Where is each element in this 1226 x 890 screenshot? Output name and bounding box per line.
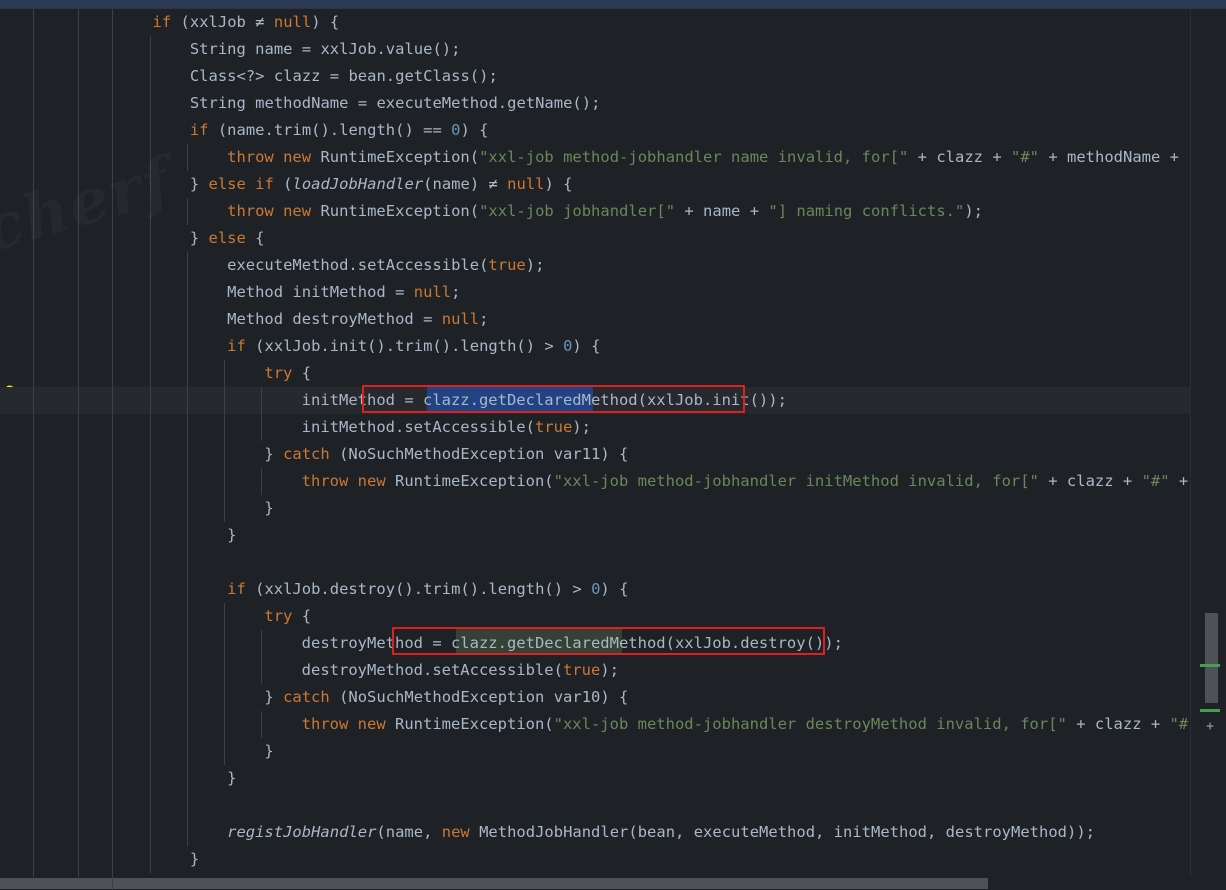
code-line-text: } catch (NoSuchMethodException var11) { [264,445,629,463]
code-line[interactable]: throw new RuntimeException("xxl-job jobh… [0,198,1190,225]
code-line-text: Method initMethod = null; [227,283,461,301]
horizontal-scrollbar-thumb[interactable] [0,878,988,889]
code-line-text: } [189,850,200,868]
code-line-text: throw new RuntimeException("xxl-job meth… [227,148,1190,166]
code-line[interactable]: if (name.trim().length() == 0) { [0,117,1190,144]
code-line-text: } catch (NoSuchMethodException var10) { [264,688,629,706]
code-line[interactable] [0,549,1190,576]
code-line-text: } [227,769,237,787]
stripe-marker-2[interactable] [1200,709,1220,712]
code-line[interactable]: destroyMethod.setAccessible(true); [0,657,1190,684]
code-line[interactable]: destroyMethod = clazz.getDeclaredMethod(… [0,630,1190,657]
code-line[interactable]: } [0,738,1190,765]
code-line-text: executeMethod.setAccessible(true); [227,256,545,274]
code-line[interactable]: } [0,846,1190,873]
code-line[interactable]: if (xxlJob.init().trim().length() > 0) { [0,333,1190,360]
editor-window: cherf 💡 if (xxlJob ≠ null) {String name … [0,0,1226,890]
code-line[interactable]: } catch (NoSuchMethodException var11) { [0,441,1190,468]
code-line[interactable]: throw new RuntimeException("xxl-job meth… [0,144,1190,171]
code-line[interactable]: } catch (NoSuchMethodException var10) { [0,684,1190,711]
code-line[interactable]: initMethod = clazz.getDeclaredMethod(xxl… [0,387,1190,414]
code-line-text: initMethod.setAccessible(true); [301,418,591,436]
code-line[interactable]: Method initMethod = null; [0,279,1190,306]
code-line[interactable]: } else { [0,225,1190,252]
code-line-text: } [0,873,162,877]
code-line[interactable]: } [0,765,1190,792]
code-line[interactable]: if (xxlJob ≠ null) { [0,9,1190,36]
code-line-text: throw new RuntimeException("xxl-job jobh… [227,202,984,220]
code-line-text: if (xxlJob ≠ null) { [152,13,340,31]
fold-expand-icon[interactable]: + [1206,720,1214,733]
code-line-text: if (xxlJob.destroy().trim().length() > 0… [227,580,629,598]
code-line-text: registJobHandler(name, new MethodJobHand… [227,823,1095,841]
stripe-marker-1[interactable] [1200,664,1220,667]
code-line[interactable]: try { [0,360,1190,387]
code-area[interactable]: if (xxlJob ≠ null) { String name = xxlJob… [0,9,1190,877]
code-line[interactable]: throw new RuntimeException("xxl-job meth… [0,711,1190,738]
window-accent-bar [0,0,1226,8]
code-line-text: destroyMethod = clazz.getDeclaredMethod(… [301,634,843,652]
code-line[interactable]: registJobHandler(name, new MethodJobHand… [0,819,1190,846]
code-line[interactable]: Class<?> clazz = bean.getClass(); [0,63,1190,90]
code-line-text: destroyMethod.setAccessible(true); [301,661,619,679]
code-line-text: initMethod = clazz.getDeclaredMethod(xxl… [301,391,787,409]
code-line[interactable]: String name = xxlJob.value(); [0,36,1190,63]
code-line[interactable]: executeMethod.setAccessible(true); [0,252,1190,279]
code-line-text: String name = xxlJob.value(); [189,40,461,58]
code-line[interactable]: initMethod.setAccessible(true); [0,414,1190,441]
code-line-text: } else if (loadJobHandler(name) ≠ null) … [189,175,573,193]
code-line[interactable]: Method destroyMethod = null; [0,306,1190,333]
code-line-text: Method destroyMethod = null; [227,310,489,328]
vertical-scrollbar-thumb[interactable] [1205,613,1218,703]
code-line-text: } [227,526,237,544]
code-line-text: } else { [189,229,265,247]
vertical-scrollbar[interactable] [1190,9,1226,877]
code-line[interactable]: if (xxlJob.destroy().trim().length() > 0… [0,576,1190,603]
code-line-text: try { [264,364,312,382]
horizontal-scrollbar[interactable] [0,877,1226,890]
code-line[interactable]: } [0,522,1190,549]
code-line[interactable]: throw new RuntimeException("xxl-job meth… [0,468,1190,495]
code-line[interactable] [0,792,1190,819]
code-line-text: throw new RuntimeException("xxl-job meth… [301,472,1189,490]
code-line-text: Class<?> clazz = bean.getClass(); [189,67,498,85]
code-line-text: } [264,742,274,760]
code-line[interactable]: String methodName = executeMethod.getNam… [0,90,1190,117]
code-line-text: if (name.trim().length() == 0) { [189,121,489,139]
code-line-text: if (xxlJob.init().trim().length() > 0) { [227,337,601,355]
code-line[interactable]: try { [0,603,1190,630]
code-line-text: try { [264,607,312,625]
code-line[interactable]: } [0,495,1190,522]
code-line-text: String methodName = executeMethod.getNam… [189,94,601,112]
code-line-text: throw new RuntimeException("xxl-job meth… [301,715,1190,733]
code-line-text: } [264,499,274,517]
code-line[interactable]: } else if (loadJobHandler(name) ≠ null) … [0,171,1190,198]
